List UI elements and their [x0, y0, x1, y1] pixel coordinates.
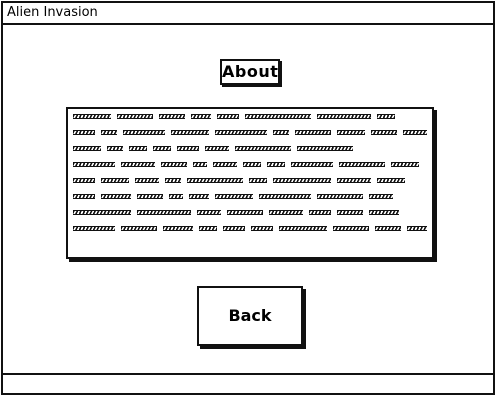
placeholder-text-word	[369, 210, 399, 215]
placeholder-text-word	[121, 226, 157, 231]
about-heading: About	[220, 59, 280, 85]
placeholder-text-word	[245, 114, 311, 119]
about-screen: About Back	[3, 25, 493, 373]
placeholder-text-word	[317, 114, 371, 119]
placeholder-text-word	[371, 130, 397, 135]
placeholder-text-word	[309, 210, 331, 215]
placeholder-text-word	[377, 178, 405, 183]
placeholder-text-word	[73, 146, 101, 151]
placeholder-text-word	[407, 226, 427, 231]
placeholder-text-word	[375, 226, 401, 231]
placeholder-text-word	[117, 114, 153, 119]
placeholder-text-line	[73, 225, 427, 233]
placeholder-text-word	[137, 194, 163, 199]
placeholder-text-word	[333, 226, 369, 231]
placeholder-text-word	[403, 130, 427, 135]
placeholder-text-word	[259, 194, 311, 199]
about-body-text	[73, 113, 427, 233]
placeholder-text-word	[73, 114, 111, 119]
placeholder-text-word	[205, 146, 229, 151]
placeholder-text-word	[377, 114, 395, 119]
placeholder-text-word	[339, 162, 385, 167]
placeholder-text-word	[215, 194, 253, 199]
placeholder-text-word	[153, 146, 171, 151]
placeholder-text-word	[297, 146, 353, 151]
placeholder-text-word	[235, 146, 291, 151]
placeholder-text-word	[227, 210, 263, 215]
window-title: Alien Invasion	[7, 5, 98, 20]
placeholder-text-word	[73, 130, 95, 135]
placeholder-text-word	[161, 162, 187, 167]
placeholder-text-word	[223, 226, 245, 231]
placeholder-text-line	[73, 177, 427, 185]
placeholder-text-line	[73, 145, 427, 153]
placeholder-text-word	[291, 162, 333, 167]
placeholder-text-word	[107, 146, 123, 151]
placeholder-text-word	[73, 162, 115, 167]
placeholder-text-word	[73, 194, 95, 199]
placeholder-text-word	[171, 130, 209, 135]
placeholder-text-word	[191, 114, 211, 119]
placeholder-text-word	[101, 178, 129, 183]
placeholder-text-word	[163, 226, 193, 231]
placeholder-text-word	[135, 178, 159, 183]
back-button[interactable]: Back	[197, 286, 303, 346]
placeholder-text-word	[369, 194, 393, 199]
placeholder-text-word	[267, 162, 285, 167]
placeholder-text-word	[137, 210, 191, 215]
placeholder-text-word	[193, 162, 207, 167]
placeholder-text-word	[337, 178, 371, 183]
placeholder-text-word	[215, 130, 267, 135]
placeholder-text-line	[73, 113, 427, 121]
placeholder-text-word	[187, 178, 243, 183]
placeholder-text-word	[249, 178, 267, 183]
placeholder-text-word	[273, 130, 289, 135]
placeholder-text-word	[199, 226, 217, 231]
placeholder-text-word	[243, 162, 261, 167]
placeholder-text-word	[189, 194, 209, 199]
placeholder-text-word	[165, 178, 181, 183]
placeholder-text-word	[217, 114, 239, 119]
placeholder-text-word	[159, 114, 185, 119]
app-window: Alien Invasion About Back	[1, 1, 495, 395]
window-title-bar: Alien Invasion	[3, 3, 493, 25]
placeholder-text-word	[295, 130, 331, 135]
placeholder-text-word	[73, 226, 115, 231]
placeholder-text-word	[213, 162, 237, 167]
placeholder-text-word	[73, 178, 95, 183]
placeholder-text-word	[337, 130, 365, 135]
placeholder-text-word	[101, 130, 117, 135]
placeholder-text-line	[73, 209, 427, 217]
placeholder-text-word	[123, 130, 165, 135]
placeholder-text-word	[391, 162, 419, 167]
placeholder-text-line	[73, 193, 427, 201]
placeholder-text-word	[121, 162, 155, 167]
placeholder-text-word	[337, 210, 363, 215]
placeholder-text-word	[197, 210, 221, 215]
placeholder-text-word	[269, 210, 303, 215]
placeholder-text-word	[273, 178, 331, 183]
placeholder-text-word	[101, 194, 131, 199]
placeholder-text-word	[279, 226, 327, 231]
placeholder-text-word	[73, 210, 131, 215]
placeholder-text-line	[73, 161, 427, 169]
about-text-area	[66, 107, 434, 259]
placeholder-text-word	[251, 226, 273, 231]
placeholder-text-line	[73, 129, 427, 137]
placeholder-text-word	[169, 194, 183, 199]
placeholder-text-word	[129, 146, 147, 151]
placeholder-text-word	[177, 146, 199, 151]
placeholder-text-word	[317, 194, 363, 199]
status-bar	[3, 373, 493, 393]
